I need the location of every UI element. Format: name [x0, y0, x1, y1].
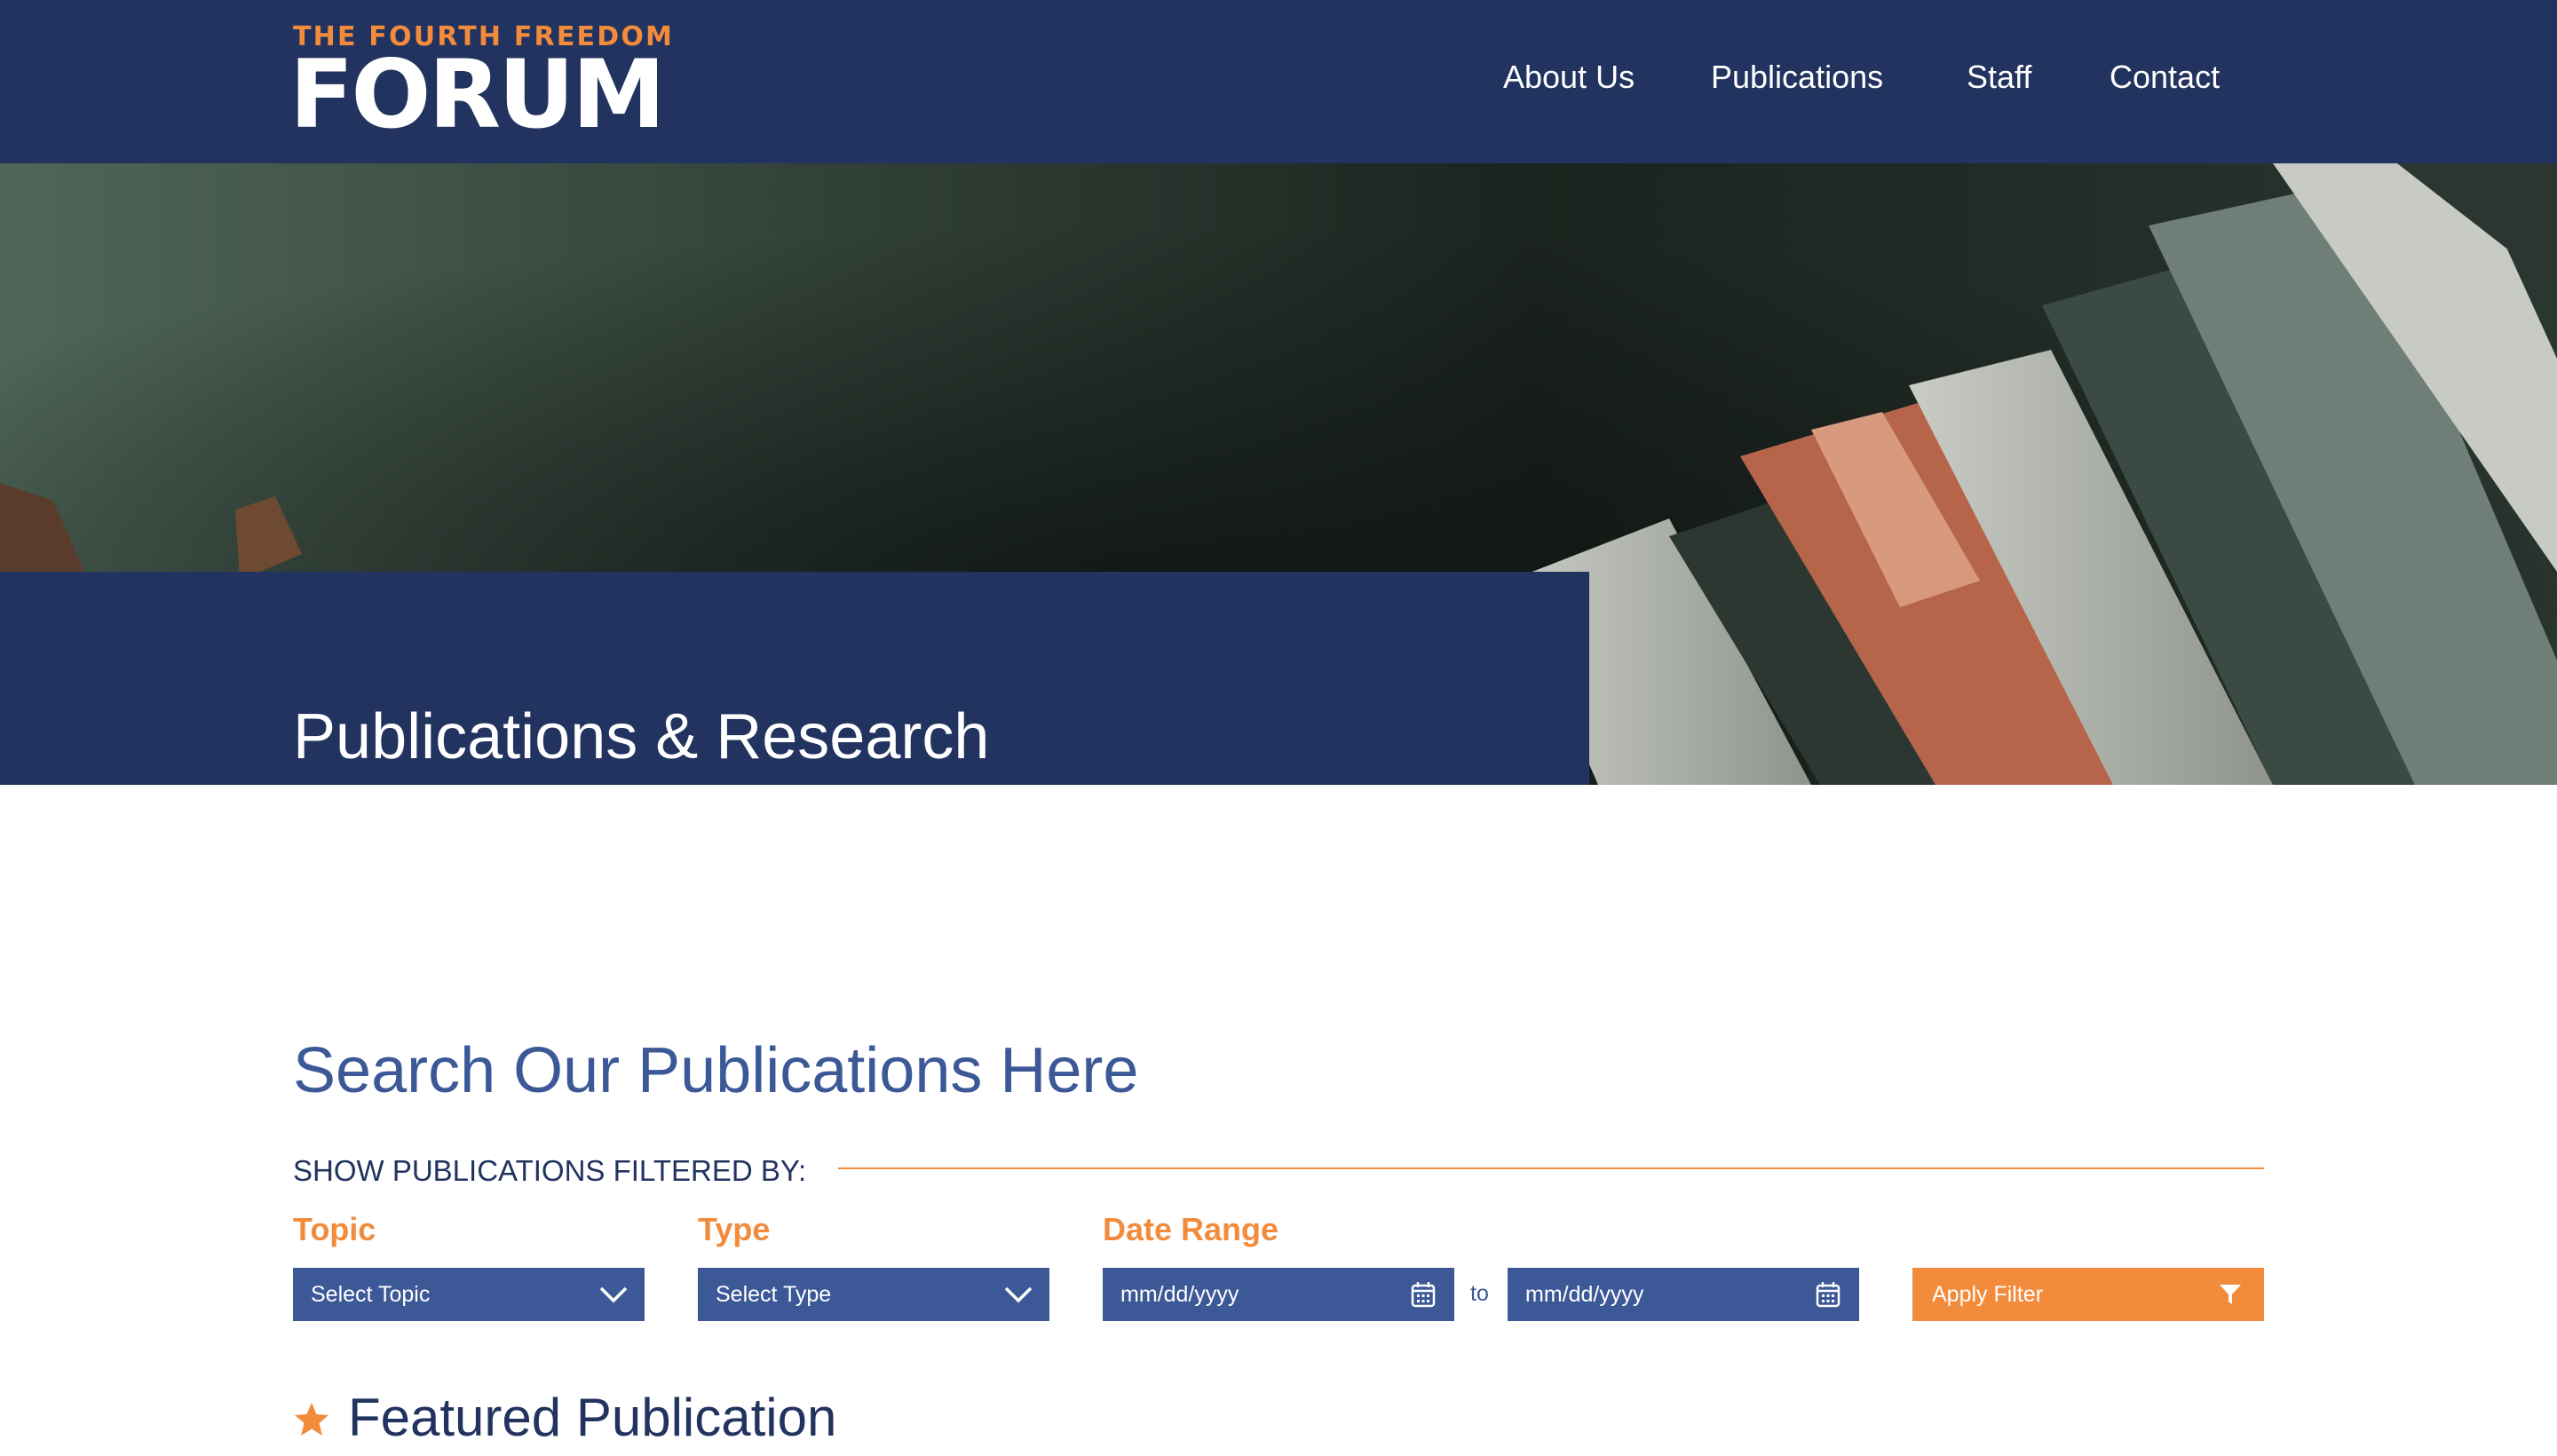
apply-filter-button[interactable]: Apply Filter: [1912, 1268, 2264, 1321]
featured-publication-heading: Featured Publication: [348, 1388, 837, 1447]
date-range-to-label: to: [1470, 1281, 1489, 1306]
calendar-icon[interactable]: [1408, 1280, 1438, 1309]
date-range-label: Date Range: [1103, 1211, 1279, 1247]
type-select[interactable]: Select Type: [698, 1268, 1049, 1321]
page-title: Publications & Research: [293, 701, 990, 772]
search-heading: Search Our Publications Here: [293, 1035, 1139, 1106]
type-select-value: Select Type: [716, 1281, 832, 1307]
date-from-input[interactable]: mm/dd/yyyy: [1103, 1268, 1454, 1321]
topic-select[interactable]: Select Topic: [293, 1268, 645, 1321]
calendar-icon[interactable]: [1813, 1280, 1843, 1309]
date-from-placeholder: mm/dd/yyyy: [1120, 1281, 1239, 1307]
filter-by-label: SHOW PUBLICATIONS FILTERED BY:: [293, 1154, 807, 1187]
chevron-down-icon: [598, 1280, 629, 1309]
filter-icon: [2216, 1280, 2244, 1309]
nav-contact[interactable]: Contact: [2110, 59, 2220, 96]
apply-filter-label: Apply Filter: [1932, 1281, 2044, 1307]
hero-banner: Publications & Research: [0, 163, 2557, 785]
topic-select-value: Select Topic: [311, 1281, 431, 1307]
date-to-input[interactable]: mm/dd/yyyy: [1508, 1268, 1859, 1321]
nav-about-us[interactable]: About Us: [1503, 59, 1635, 96]
filter-divider: [838, 1167, 2264, 1169]
chevron-down-icon: [1003, 1280, 1033, 1309]
site-logo[interactable]: THE FOURTH FREEDOM FORUM: [289, 21, 672, 142]
nav-staff[interactable]: Staff: [1967, 59, 2031, 96]
nav-publications[interactable]: Publications: [1711, 59, 1883, 96]
site-header: THE FOURTH FREEDOM FORUM About Us Public…: [0, 0, 2557, 163]
star-icon: [293, 1401, 330, 1438]
date-to-placeholder: mm/dd/yyyy: [1525, 1281, 1644, 1307]
type-label: Type: [698, 1211, 771, 1247]
topic-label: Topic: [293, 1211, 376, 1247]
logo-main-text: FORUM: [289, 40, 666, 149]
